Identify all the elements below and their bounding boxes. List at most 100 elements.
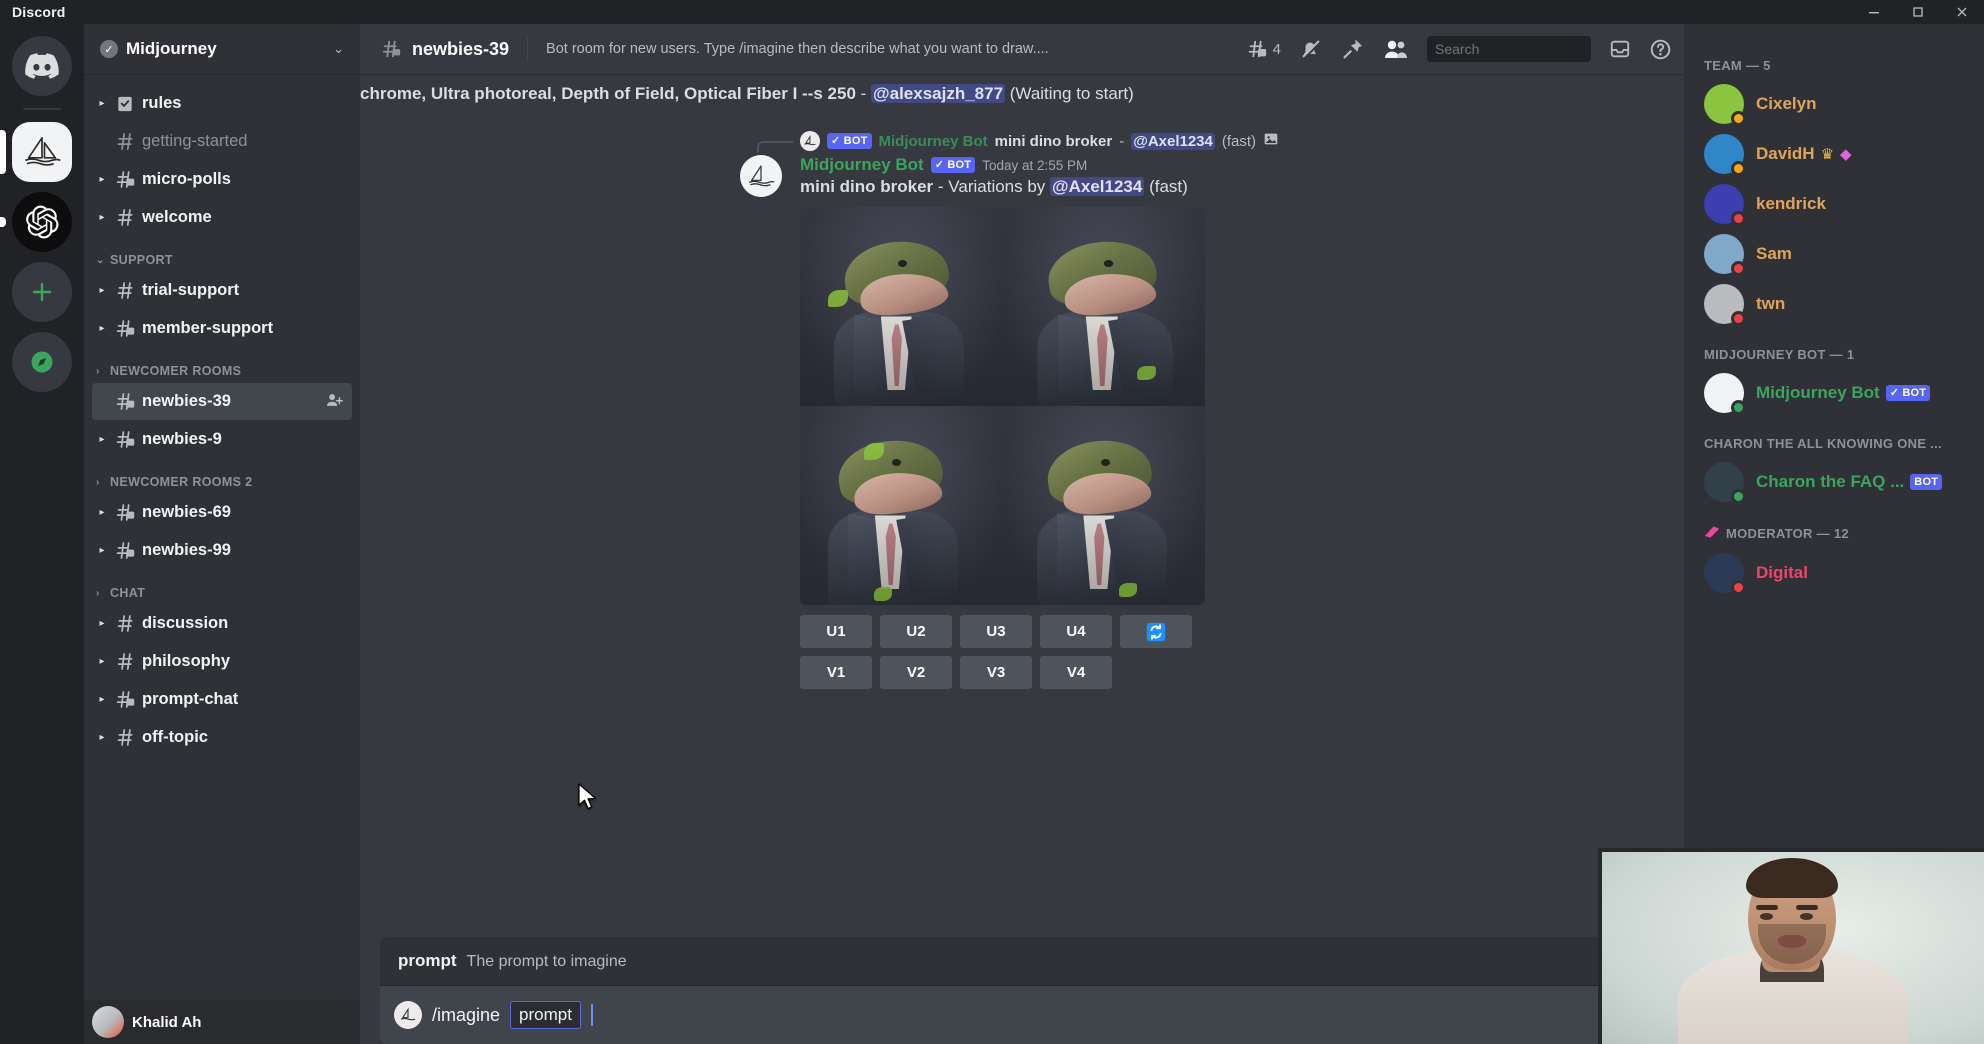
notification-off-icon[interactable] <box>1299 37 1323 61</box>
channel-expand-arrow-icon[interactable]: ▸ <box>96 656 108 667</box>
member-row[interactable]: Cixelyn <box>1692 79 1976 129</box>
image-icon <box>1263 131 1279 151</box>
channel-category-newcomer-rooms[interactable]: › NEWCOMER ROOMS <box>84 348 360 382</box>
channel-expand-arrow-icon[interactable]: ▸ <box>96 174 108 185</box>
reply-mention[interactable]: @Axel1234 <box>1131 132 1215 150</box>
avatar[interactable] <box>1704 553 1746 595</box>
avatar[interactable] <box>1704 462 1746 504</box>
image-tile-4[interactable] <box>1002 406 1205 606</box>
sidebar-channel-welcome[interactable]: ▸ welcome <box>92 199 352 236</box>
channel-expand-arrow-icon[interactable]: ▸ <box>96 507 108 518</box>
message-action: Variations by <box>948 177 1051 197</box>
upscale-button-u1[interactable]: U1 <box>800 615 872 649</box>
members-icon[interactable] <box>1383 37 1409 61</box>
webcam-overlay <box>1598 848 1984 1044</box>
upscale-button-u4[interactable]: U4 <box>1040 615 1112 649</box>
channel-expand-arrow-icon[interactable]: ▸ <box>96 732 108 743</box>
avatar[interactable] <box>1704 284 1746 326</box>
variation-button-v3[interactable]: V3 <box>960 656 1032 690</box>
sidebar-channel-prompt-chat[interactable]: ▸ prompt-chat <box>92 681 352 718</box>
channel-expand-arrow-icon[interactable]: ▸ <box>96 212 108 223</box>
avatar[interactable] <box>1704 373 1746 415</box>
avatar[interactable] <box>1704 84 1746 126</box>
sidebar-channel-member-support[interactable]: ▸ member-support <box>92 310 352 347</box>
command-bot-avatar <box>394 1001 422 1029</box>
image-tile-1[interactable] <box>800 207 1003 407</box>
variation-button-v4[interactable]: V4 <box>1040 656 1112 690</box>
message-mention[interactable]: @Axel1234 <box>1050 177 1145 197</box>
member-category-header: MIDJOURNEY BOT — 1 <box>1684 329 1984 368</box>
generated-image-grid[interactable] <box>800 207 1205 606</box>
add-server-button[interactable] <box>12 262 72 322</box>
server-icon-openai[interactable] <box>0 192 72 252</box>
sidebar-channel-off-topic[interactable]: ▸ off-topic <box>92 719 352 756</box>
member-row[interactable]: Digital <box>1692 548 1976 598</box>
member-row[interactable]: Sam <box>1692 229 1976 279</box>
channel-expand-arrow-icon[interactable]: ▸ <box>96 98 108 109</box>
maximize-button[interactable] <box>1896 0 1940 24</box>
sidebar-channel-newbies-99[interactable]: ▸ newbies-99 <box>92 532 352 569</box>
reply-context[interactable]: ✓ BOT Midjourney Bot mini dino broker - … <box>360 131 1684 154</box>
channel-category-support[interactable]: ⌄ SUPPORT <box>84 237 360 271</box>
user-panel[interactable]: Khalid Ah <box>84 1000 360 1044</box>
channel-expand-arrow-icon[interactable]: ▸ <box>96 434 108 445</box>
image-tile-2[interactable] <box>1002 207 1205 407</box>
close-button[interactable] <box>1940 0 1984 24</box>
sidebar-channel-micro-polls[interactable]: ▸ micro-polls <box>92 161 352 198</box>
server-icon-home[interactable] <box>12 36 72 96</box>
member-row[interactable]: kendrick <box>1692 179 1976 229</box>
pin-icon[interactable] <box>1341 37 1365 61</box>
sidebar-channel-getting-started[interactable]: ▸getting-started <box>92 123 352 160</box>
sidebar-channel-trial-support[interactable]: ▸ trial-support <box>92 272 352 309</box>
create-invite-icon[interactable] <box>326 392 344 411</box>
variation-button-v1[interactable]: V1 <box>800 656 872 690</box>
member-row[interactable]: Midjourney Bot ✓ BOT <box>1692 368 1976 418</box>
search-box[interactable] <box>1427 36 1616 62</box>
image-tile-3[interactable] <box>800 406 1003 606</box>
sidebar-channel-rules[interactable]: ▸ rules <box>92 85 352 122</box>
search-input[interactable] <box>1435 41 1616 57</box>
sidebar-channel-newbies-39[interactable]: ▸newbies-39 <box>92 383 352 420</box>
member-row[interactable]: DavidH ♛ ◆ <box>1692 129 1976 179</box>
member-name: twn <box>1756 294 1786 313</box>
server-header[interactable]: ✓ Midjourney ⌄ <box>84 24 360 74</box>
channel-category-chat[interactable]: › CHAT <box>84 570 360 604</box>
channel-category-newcomer-rooms-2[interactable]: › NEWCOMER ROOMS 2 <box>84 459 360 493</box>
message-author[interactable]: Midjourney Bot <box>800 155 924 175</box>
member-row[interactable]: Charon the FAQ ... BOT <box>1692 457 1976 507</box>
explore-servers-button[interactable] <box>12 332 72 392</box>
message-composer[interactable]: /imagine prompt <box>380 986 1660 1044</box>
channel-expand-arrow-icon[interactable]: ▸ <box>96 323 108 334</box>
upscale-button-u2[interactable]: U2 <box>880 615 952 649</box>
message-list[interactable]: chrome, Ultra photoreal, Depth of Field,… <box>360 74 1684 937</box>
channel-expand-arrow-icon[interactable]: ▸ <box>96 285 108 296</box>
reroll-refresh-button[interactable] <box>1120 615 1192 649</box>
server-icon-midjourney[interactable] <box>0 122 72 182</box>
avatar[interactable] <box>1704 234 1746 276</box>
variation-button-v2[interactable]: V2 <box>880 656 952 690</box>
chevron-down-icon[interactable]: ⌄ <box>333 41 344 57</box>
hash-icon <box>114 280 136 302</box>
threads-icon[interactable]: 4 <box>1245 38 1281 60</box>
help-icon[interactable] <box>1649 38 1672 61</box>
minimize-button[interactable] <box>1852 0 1896 24</box>
channel-expand-arrow-icon[interactable]: ▸ <box>96 618 108 629</box>
inbox-icon[interactable] <box>1609 38 1631 60</box>
avatar[interactable] <box>1704 184 1746 226</box>
channel-list[interactable]: ▸rules▸getting-started▸micro-polls▸welco… <box>84 74 360 1000</box>
avatar[interactable] <box>1704 134 1746 176</box>
prev-msg-mention[interactable]: @alexsajzh_877 <box>871 84 1006 103</box>
command-argument-chip[interactable]: prompt <box>510 1001 581 1029</box>
sidebar-channel-discussion[interactable]: ▸ discussion <box>92 605 352 642</box>
member-row[interactable]: twn <box>1692 279 1976 329</box>
plus-icon <box>32 282 52 302</box>
upscale-button-u3[interactable]: U3 <box>960 615 1032 649</box>
sidebar-channel-newbies-69[interactable]: ▸ newbies-69 <box>92 494 352 531</box>
sidebar-channel-philosophy[interactable]: ▸ philosophy <box>92 643 352 680</box>
channel-expand-arrow-icon[interactable]: ▸ <box>96 545 108 556</box>
sidebar-channel-newbies-9[interactable]: ▸ newbies-9 <box>92 421 352 458</box>
channel-expand-arrow-icon[interactable]: ▸ <box>96 694 108 705</box>
channel-name-label: trial-support <box>142 281 240 299</box>
window-titlebar: Discord <box>0 0 1984 24</box>
avatar[interactable] <box>92 1006 124 1038</box>
